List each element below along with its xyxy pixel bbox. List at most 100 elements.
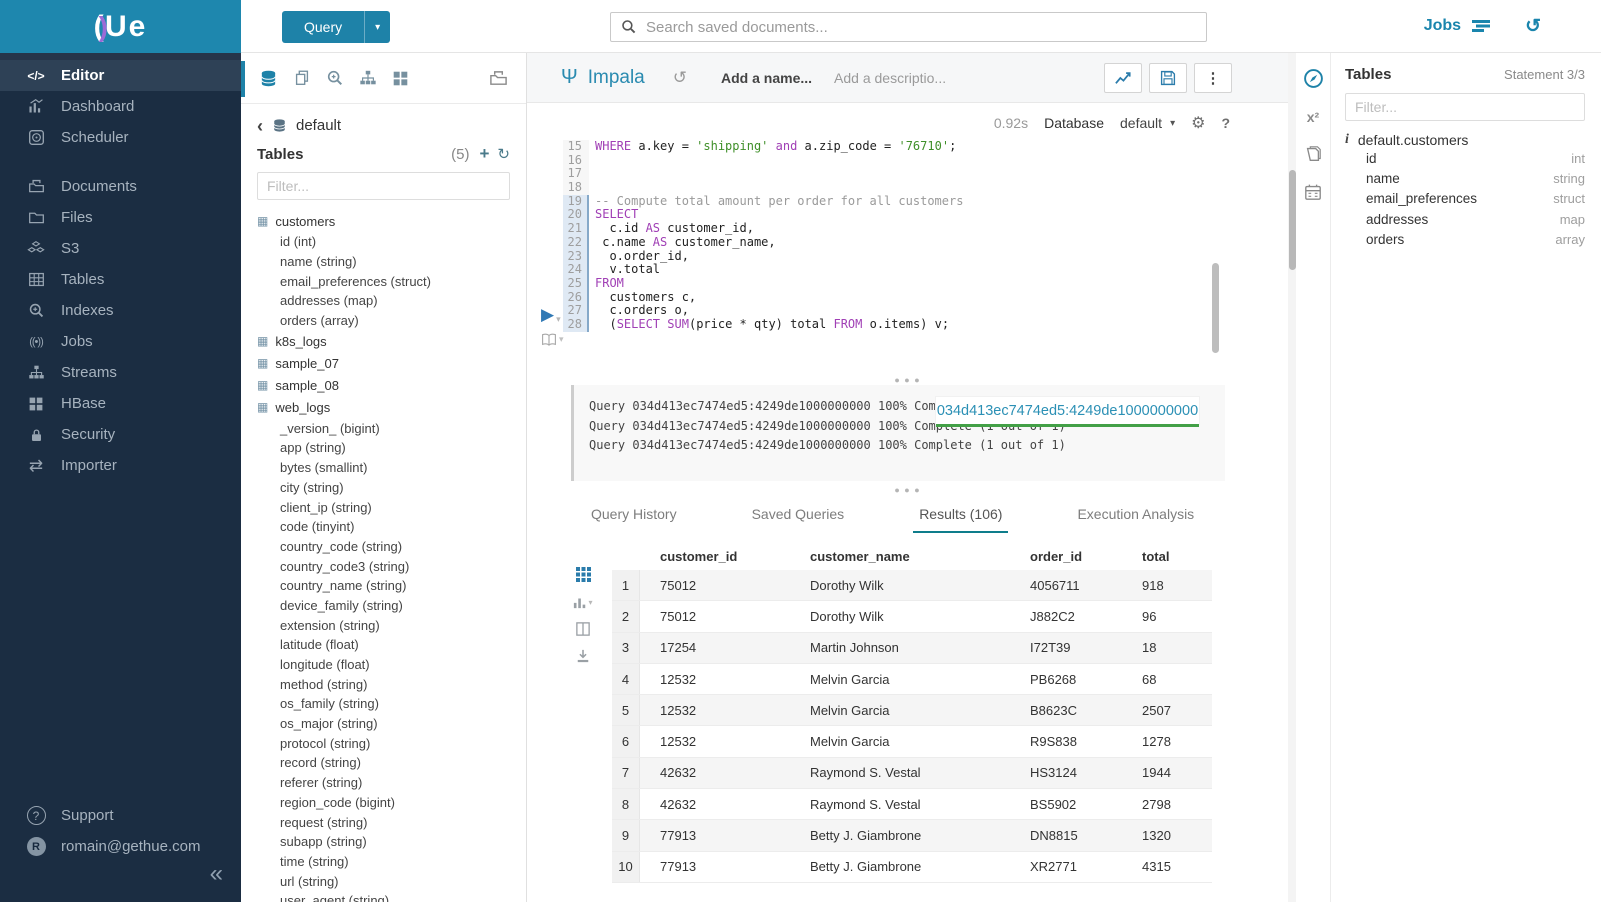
tree-item[interactable]: ▦ time (string)	[257, 852, 526, 872]
right-panel-filter-input[interactable]: Filter...	[1345, 93, 1585, 121]
tree-item[interactable]: ▦ region_code (bigint)	[257, 793, 526, 813]
tab-execution-analysis[interactable]: Execution Analysis	[1071, 500, 1200, 533]
tree-item[interactable]: ▦ app (string)	[257, 438, 526, 458]
tree-item[interactable]: ▦ code (tinyint)	[257, 517, 526, 537]
column-row[interactable]: email_preferences struct	[1345, 189, 1585, 209]
new-query-button[interactable]: Query ▾	[282, 11, 390, 43]
sidebar-item-tables[interactable]: Tables	[0, 264, 241, 295]
table-row[interactable]: 10 77913 Betty J. Giambrone XR2771 4315	[612, 852, 1212, 883]
active-table-name[interactable]: default.customers	[1358, 132, 1469, 148]
more-options-button[interactable]: ⋮	[1194, 63, 1232, 93]
chart-view-icon[interactable]: ▾	[573, 595, 592, 609]
page-scrollbar-thumb[interactable]	[1289, 170, 1296, 270]
tree-item[interactable]: ▦ k8s_logs	[257, 330, 526, 352]
editor-scrollbar-thumb[interactable]	[1212, 263, 1219, 353]
functions-icon[interactable]: x²	[1307, 109, 1319, 125]
tree-item[interactable]: ▦ orders (array)	[257, 311, 526, 331]
resize-handle-bottom[interactable]: ● ● ●	[527, 485, 1288, 495]
tree-item[interactable]: ▦ web_logs	[257, 396, 526, 418]
query-history-icon[interactable]: ↺	[1525, 15, 1541, 38]
tree-item[interactable]: ▦ protocol (string)	[257, 733, 526, 753]
column-row[interactable]: addresses map	[1345, 209, 1585, 229]
table-row[interactable]: 7 42632 Raymond S. Vestal HS3124 1944	[612, 758, 1212, 789]
column-header-total[interactable]: total	[1122, 549, 1212, 564]
presentation-caret[interactable]: ▾	[559, 334, 564, 345]
settings-gear-icon[interactable]: ⚙	[1191, 113, 1205, 133]
job-id-link[interactable]: 034d413ec7474ed5:4249de1000000000	[936, 397, 1199, 424]
table-row[interactable]: 6 12532 Melvin Garcia R9S838 1278	[612, 726, 1212, 757]
hue-logo[interactable]: ()Ue	[0, 0, 241, 53]
table-row[interactable]: 5 12532 Melvin Garcia B8623C 2507	[612, 695, 1212, 726]
tree-item[interactable]: ▦ city (string)	[257, 478, 526, 498]
tab-results[interactable]: Results (106)	[913, 500, 1008, 533]
tree-item[interactable]: ▦ addresses (map)	[257, 291, 526, 311]
execute-query-button[interactable]: ▶▾	[541, 305, 561, 325]
tree-item[interactable]: ▦ sample_07	[257, 352, 526, 374]
query-dropdown-caret[interactable]: ▾	[364, 11, 390, 43]
tree-item[interactable]: ▦ os_major (string)	[257, 714, 526, 734]
tree-item[interactable]: ▦ request (string)	[257, 812, 526, 832]
tree-item[interactable]: ▦ extension (string)	[257, 615, 526, 635]
sidebar-item-jobs[interactable]: ((•)) Jobs	[0, 326, 241, 357]
table-row[interactable]: 1 75012 Dorothy Wilk 4056711 918	[612, 570, 1212, 601]
grid-view-icon[interactable]	[576, 567, 591, 582]
resize-handle-top[interactable]: ● ● ●	[527, 375, 1288, 385]
query-description-field[interactable]: Add a descriptio...	[834, 70, 946, 86]
sidebar-item-editor[interactable]: </> Editor	[0, 60, 241, 91]
sitemap-assist-icon[interactable]	[359, 69, 377, 87]
sidebar-item-files[interactable]: Files	[0, 202, 241, 233]
database-selector[interactable]: default	[1120, 115, 1162, 131]
columns-view-icon[interactable]	[576, 622, 590, 636]
tree-item[interactable]: ▦ id (int)	[257, 232, 526, 252]
sidebar-item-user[interactable]: R romain@gethue.com	[0, 831, 241, 862]
tree-item[interactable]: ▦ customers	[257, 210, 526, 232]
tree-item[interactable]: ▦ os_family (string)	[257, 694, 526, 714]
open-document-assist-icon[interactable]	[489, 69, 508, 88]
column-row[interactable]: name string	[1345, 168, 1585, 188]
tree-item[interactable]: ▦ subapp (string)	[257, 832, 526, 852]
collapse-sidebar-button[interactable]: «	[210, 860, 223, 888]
table-row[interactable]: 4 12532 Melvin Garcia PB6268 68	[612, 664, 1212, 695]
sql-code-editor[interactable]: 15WHERE a.key = 'shipping' and a.zip_cod…	[563, 140, 1278, 332]
sidebar-item-streams[interactable]: Streams	[0, 357, 241, 388]
column-header-customer-id[interactable]: customer_id	[640, 549, 790, 564]
tree-item[interactable]: ▦ latitude (float)	[257, 635, 526, 655]
tree-item[interactable]: ▦ country_code (string)	[257, 537, 526, 557]
language-reference-icon[interactable]	[1304, 145, 1322, 163]
tree-item[interactable]: ▦ country_code3 (string)	[257, 556, 526, 576]
jobs-list-icon[interactable]	[1471, 18, 1491, 34]
tree-item[interactable]: ▦ user_agent (string)	[257, 891, 526, 902]
table-row[interactable]: 3 17254 Martin Johnson I72T39 18	[612, 633, 1212, 664]
apps-grid-assist-icon[interactable]	[392, 70, 409, 87]
info-icon[interactable]: i	[1345, 132, 1349, 148]
zoom-assist-icon[interactable]	[326, 69, 344, 87]
column-header-customer-name[interactable]: customer_name	[790, 549, 1010, 564]
refresh-tables-icon[interactable]: ↻	[497, 145, 510, 163]
tree-item[interactable]: ▦ url (string)	[257, 871, 526, 891]
sidebar-item-scheduler[interactable]: Scheduler	[0, 122, 241, 153]
sidebar-item-documents[interactable]: Documents	[0, 171, 241, 202]
sidebar-item-security[interactable]: Security	[0, 419, 241, 450]
sidebar-item-indexes[interactable]: Indexes	[0, 295, 241, 326]
tree-item[interactable]: ▦ longitude (float)	[257, 655, 526, 675]
chart-button[interactable]	[1104, 63, 1142, 93]
column-row[interactable]: id int	[1345, 148, 1585, 168]
documents-assist-icon[interactable]	[293, 69, 311, 87]
table-row[interactable]: 8 42632 Raymond S. Vestal BS5902 2798	[612, 789, 1212, 820]
undo-icon[interactable]: ↺	[673, 68, 687, 88]
save-button[interactable]	[1149, 63, 1187, 93]
tree-item[interactable]: ▦ device_family (string)	[257, 596, 526, 616]
tree-item[interactable]: ▦ country_name (string)	[257, 576, 526, 596]
tree-item[interactable]: ▦ method (string)	[257, 674, 526, 694]
database-assist-icon[interactable]	[259, 69, 278, 88]
editor-assistant-icon[interactable]	[1303, 68, 1324, 89]
tree-item[interactable]: ▦ referer (string)	[257, 773, 526, 793]
tree-item[interactable]: ▦ client_ip (string)	[257, 497, 526, 517]
tab-saved-queries[interactable]: Saved Queries	[746, 500, 851, 533]
query-name-field[interactable]: Add a name...	[721, 70, 812, 86]
sidebar-item-dashboard[interactable]: Dashboard	[0, 91, 241, 122]
back-chevron-icon[interactable]: ‹	[257, 120, 263, 132]
download-icon[interactable]	[576, 649, 590, 663]
tree-item[interactable]: ▦ email_preferences (struct)	[257, 271, 526, 291]
sidebar-item-s3[interactable]: S3	[0, 233, 241, 264]
